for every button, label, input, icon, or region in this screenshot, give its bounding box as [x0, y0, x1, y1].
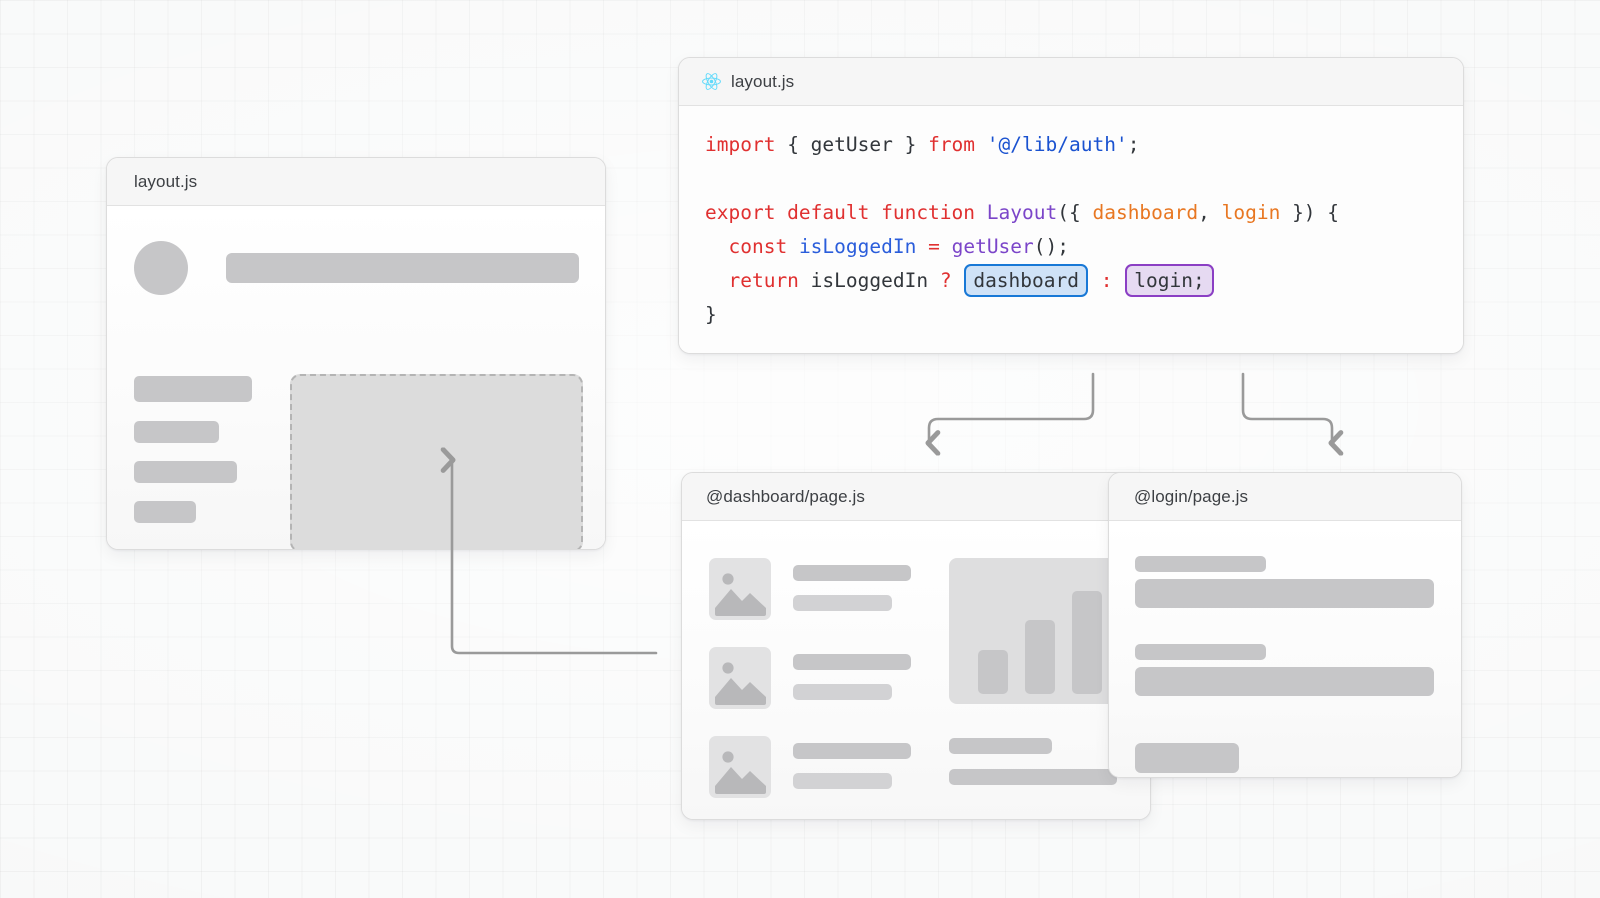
line-export: export default function Layout({ dashboa…	[705, 201, 1339, 224]
line-close: }	[705, 303, 717, 326]
sidebar-item-placeholder-4	[134, 501, 196, 523]
line-const: const isLoggedIn = getUser();	[705, 235, 1069, 258]
code-token: export default function	[705, 201, 976, 224]
code-token: getUser	[951, 235, 1034, 258]
chart-caption-placeholder-1	[949, 738, 1052, 754]
code-token: ();	[1033, 235, 1070, 258]
header-bar-placeholder	[226, 253, 579, 283]
code-token: =	[928, 235, 940, 258]
image-placeholder-icon-3	[709, 736, 771, 798]
login-branch-arrow	[1241, 372, 1332, 443]
diagram-stage: layout.js layout.js import {getUser} f…	[0, 0, 1600, 898]
image-placeholder-icon-1	[709, 558, 771, 620]
login-card-header: @login/page.js	[1109, 473, 1461, 521]
sidebar-item-placeholder-1	[134, 376, 252, 402]
line-import: import { getUser } from '@/lib/auth';	[705, 133, 1139, 156]
highlight-dashboard-token[interactable]: dashboard	[964, 264, 1088, 297]
code-token: ({	[1057, 201, 1093, 224]
line-return: return isLoggedIn ? dashboard : login;	[705, 264, 1215, 297]
code-card-header: layout.js	[679, 58, 1463, 106]
field-label-placeholder-2	[1135, 644, 1266, 660]
row-subtitle-placeholder-1	[793, 595, 892, 611]
submit-button-placeholder[interactable]	[1135, 743, 1239, 773]
code-token: ?	[939, 269, 952, 292]
sidebar-item-placeholder-2	[134, 421, 219, 443]
code-token: import	[705, 133, 776, 156]
dashboard-page-card[interactable]: @dashboard/page.js	[681, 472, 1151, 820]
layout-children-slot	[290, 374, 583, 549]
code-token: const	[728, 235, 788, 258]
chart-caption-placeholder-2	[949, 769, 1117, 785]
code-token: from	[928, 133, 976, 156]
code-token: return	[728, 269, 799, 292]
code-token: ;	[1127, 133, 1140, 156]
chart-bar-2	[1025, 620, 1055, 694]
avatar-placeholder	[134, 241, 188, 295]
wireframe-card-title: layout.js	[134, 171, 198, 191]
code-token: isLoggedIn	[798, 269, 940, 292]
bar-chart-placeholder	[949, 558, 1117, 704]
sidebar-item-placeholder-3	[134, 461, 237, 483]
layout-wireframe-card[interactable]: layout.js	[106, 157, 606, 550]
wireframe-card-body	[107, 206, 605, 549]
dashboard-branch-arrow	[929, 372, 1095, 443]
login-page-card[interactable]: @login/page.js	[1108, 472, 1462, 778]
code-card-title: layout.js	[731, 71, 795, 91]
login-card-title: @login/page.js	[1134, 486, 1249, 506]
code-token: { getUser }	[775, 133, 929, 156]
react-icon	[701, 71, 722, 92]
code-token: }) {	[1280, 201, 1340, 224]
code-token: login	[1221, 201, 1281, 224]
code-token: Layout	[986, 201, 1058, 224]
code-token: :	[1100, 269, 1113, 292]
dashboard-card-body	[682, 521, 1150, 819]
field-input-placeholder-2[interactable]	[1135, 667, 1434, 696]
code-token: ,	[1198, 201, 1222, 224]
field-label-placeholder-1	[1135, 556, 1266, 572]
chart-bar-3	[1072, 591, 1102, 694]
code-token: dashboard	[1092, 201, 1199, 224]
image-placeholder-icon-2	[709, 647, 771, 709]
code-token: '@/lib/auth'	[986, 133, 1128, 156]
code-token: }	[705, 303, 717, 326]
code-card[interactable]: layout.js import { getUser } from '@/lib…	[678, 57, 1464, 354]
login-card-body	[1109, 521, 1461, 777]
chart-bar-1	[978, 650, 1008, 694]
row-subtitle-placeholder-2	[793, 684, 892, 700]
row-title-placeholder-2	[793, 654, 911, 670]
row-subtitle-placeholder-3	[793, 773, 892, 789]
code-token: isLoggedIn	[798, 235, 917, 258]
row-title-placeholder-1	[793, 565, 911, 581]
highlight-login-token[interactable]: login;	[1125, 264, 1214, 297]
field-input-placeholder-1[interactable]	[1135, 579, 1434, 608]
code-block[interactable]: import { getUser } from '@/lib/auth'; ex…	[705, 128, 1437, 332]
dashboard-card-header: @dashboard/page.js	[682, 473, 1150, 521]
dashboard-card-title: @dashboard/page.js	[706, 486, 865, 506]
code-card-body: import { getUser } from '@/lib/auth'; ex…	[679, 106, 1463, 353]
row-title-placeholder-3	[793, 743, 911, 759]
wireframe-card-header: layout.js	[107, 158, 605, 206]
